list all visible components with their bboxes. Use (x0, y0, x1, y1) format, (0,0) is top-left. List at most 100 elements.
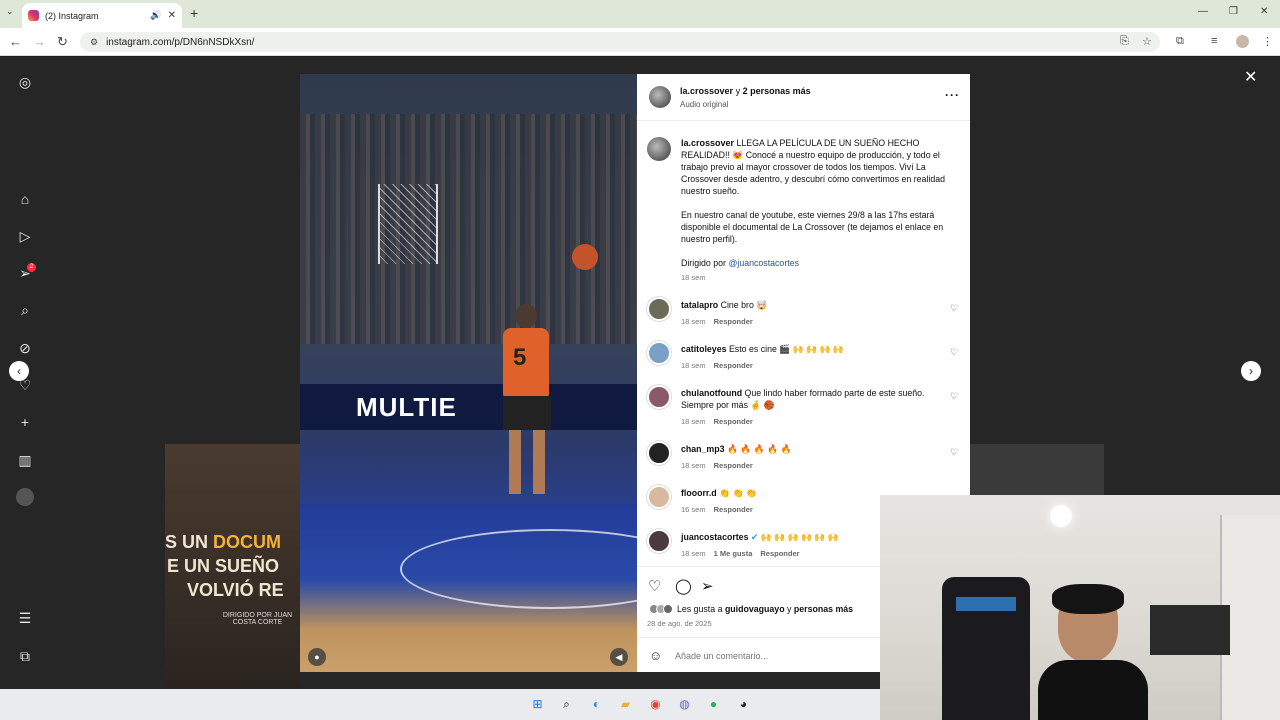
chrome-icon[interactable]: ◉ (646, 695, 665, 714)
menu-icon[interactable]: ☰ (16, 609, 34, 627)
like-comment-heart-icon[interactable]: ♡ (950, 303, 958, 314)
plus-icon[interactable]: + (16, 413, 34, 431)
close-window-button[interactable]: ✕ (1260, 6, 1268, 17)
emoji-picker-icon[interactable]: ☺ (649, 648, 662, 663)
explore-icon[interactable]: ⊘ (16, 339, 34, 357)
comment-time: 18 sem (681, 361, 706, 370)
commenter-avatar[interactable] (647, 297, 671, 321)
chrome-menu-icon[interactable]: ⋮ (1262, 35, 1273, 48)
app-icon[interactable]: ◕ (734, 695, 753, 714)
caption-avatar[interactable] (647, 137, 671, 161)
comment-item: catitoleyes Esto es cine 🎬 🙌 🙌 🙌 🙌 18 se… (637, 341, 970, 385)
like-comment-heart-icon[interactable]: ♡ (950, 447, 958, 458)
spotify-icon[interactable]: ● (704, 695, 723, 714)
bg-card-text: S UN (165, 532, 209, 552)
home-icon[interactable]: ⌂ (16, 190, 34, 208)
author-username[interactable]: la.crossover (680, 86, 733, 96)
apps-icon[interactable]: ⧉ (16, 647, 34, 665)
close-tab-icon[interactable]: ✕ (168, 10, 176, 21)
omnibox[interactable]: ⚙ instagram.com/p/DN6nNSDkXsn/ (80, 32, 1160, 52)
ceiling-lamp (1050, 505, 1072, 527)
comment-username[interactable]: tatalapro (681, 300, 718, 310)
media-control-icon[interactable]: ≡ (1211, 35, 1217, 47)
speaker-icon[interactable]: 🔊 (150, 10, 161, 21)
new-tab-button[interactable]: + (190, 5, 198, 21)
commenter-avatar[interactable] (647, 485, 671, 509)
profile-avatar[interactable] (1236, 35, 1249, 48)
reply-button[interactable]: Responder (714, 417, 753, 426)
reload-button[interactable]: ↻ (57, 34, 68, 50)
comment-username[interactable]: flooorr.d (681, 488, 717, 498)
reply-button[interactable]: Responder (714, 505, 753, 514)
reply-button[interactable]: Responder (760, 549, 799, 558)
liker-username[interactable]: guidovaguayo (725, 604, 785, 614)
post-date: 28 de ago. de 2025 (647, 619, 712, 628)
discord-icon[interactable]: ◍ (675, 695, 694, 714)
reply-button[interactable]: Responder (714, 461, 753, 470)
search-icon[interactable]: ⌕ (16, 301, 34, 319)
audio-label[interactable]: Audio original (680, 100, 728, 109)
comment-username[interactable]: catitoleyes (681, 344, 726, 354)
instagram-favicon-icon (28, 10, 39, 21)
like-heart-icon[interactable]: ♡ (648, 577, 661, 595)
back-button[interactable]: ← (9, 34, 22, 49)
like-comment-heart-icon[interactable]: ♡ (950, 347, 958, 358)
forward-button[interactable]: → (33, 34, 46, 49)
mute-icon[interactable]: ◀ (610, 648, 628, 666)
commenter-avatar[interactable] (647, 529, 671, 553)
mention-link[interactable]: @juancostacortes (728, 258, 799, 268)
tab-strip: ⌄ (2) Instagram 🔊 ✕ + — ❐ ✕ (0, 0, 1280, 28)
commenter-avatar[interactable] (647, 341, 671, 365)
author-avatar[interactable] (649, 86, 671, 108)
post-header: la.crossover y 2 personas más Audio orig… (637, 74, 970, 121)
comment-text: 👏 👏 👏 (719, 488, 757, 498)
dashboard-icon[interactable]: ▥ (16, 451, 34, 469)
close-modal-icon[interactable]: ✕ (1244, 67, 1257, 87)
bookmark-star-icon[interactable]: ☆ (1142, 35, 1152, 48)
search-icon[interactable]: ⌕ (557, 695, 576, 714)
avatar[interactable] (16, 488, 34, 506)
windows-taskbar: ⊞ ⌕ ◐ ▰ ◉ ◍ ● ◕ (0, 689, 880, 720)
next-post-arrow-icon[interactable]: › (1241, 361, 1261, 381)
basketball (572, 244, 598, 270)
extensions-icon[interactable]: ⧉ (1176, 35, 1184, 48)
commenter-avatar[interactable] (647, 385, 671, 409)
restore-button[interactable]: ❐ (1229, 6, 1238, 17)
tab-title: (2) Instagram (45, 10, 99, 21)
comment-username[interactable]: chulanotfound (681, 388, 742, 398)
minimize-button[interactable]: — (1198, 6, 1208, 17)
reply-button[interactable]: Responder (714, 317, 753, 326)
commenter-avatar[interactable] (647, 441, 671, 465)
reel-video[interactable]: MULTIE 5 ● ◀ (300, 74, 637, 672)
jersey-number: 5 (513, 344, 527, 371)
comment-username[interactable]: chan_mp3 (681, 444, 725, 454)
like-comment-heart-icon[interactable]: ♡ (950, 391, 958, 402)
reply-button[interactable]: Responder (714, 361, 753, 370)
address-bar-row: ← → ↻ ⚙ instagram.com/p/DN6nNSDkXsn/ ⎘ ☆… (0, 28, 1280, 56)
comment-like-count[interactable]: 1 Me gusta (714, 549, 753, 558)
sponsor-text: MULTIE (356, 392, 457, 422)
reels-icon[interactable]: ▷ (16, 227, 34, 245)
comment-input[interactable] (673, 647, 873, 665)
collaborators-link[interactable]: 2 personas más (743, 86, 811, 96)
windows-start-icon[interactable]: ⊞ (528, 695, 547, 714)
install-app-icon[interactable]: ⎘ (1120, 35, 1129, 48)
comment-text: 🔥 🔥 🔥 🔥 🔥 (726, 444, 792, 454)
caption-username[interactable]: la.crossover (681, 138, 734, 148)
instagram-logo-icon[interactable]: ◎ (16, 73, 34, 91)
edge-browser-icon[interactable]: ◐ (587, 695, 606, 714)
file-explorer-icon[interactable]: ▰ (616, 695, 635, 714)
comment-username[interactable]: juancostacortes (681, 532, 748, 542)
more-likers-link[interactable]: personas más (794, 604, 853, 614)
caption-text-2: En nuestro canal de youtube, este vierne… (681, 210, 944, 244)
browser-tab-instagram[interactable]: (2) Instagram 🔊 ✕ (22, 3, 182, 28)
caption-director-prefix: Dirigido por (681, 258, 726, 268)
comment-time: 16 sem (681, 505, 706, 514)
tagged-user-icon[interactable]: ● (308, 648, 326, 666)
previous-post-arrow-icon[interactable]: ‹ (9, 361, 29, 381)
more-options-icon[interactable]: ··· (945, 88, 960, 102)
comment-bubble-icon[interactable]: ◯ (675, 577, 692, 595)
site-info-icon[interactable]: ⚙ (90, 37, 98, 48)
share-icon[interactable]: ➢ (701, 577, 714, 595)
tab-search-chevron-icon[interactable]: ⌄ (6, 6, 14, 17)
